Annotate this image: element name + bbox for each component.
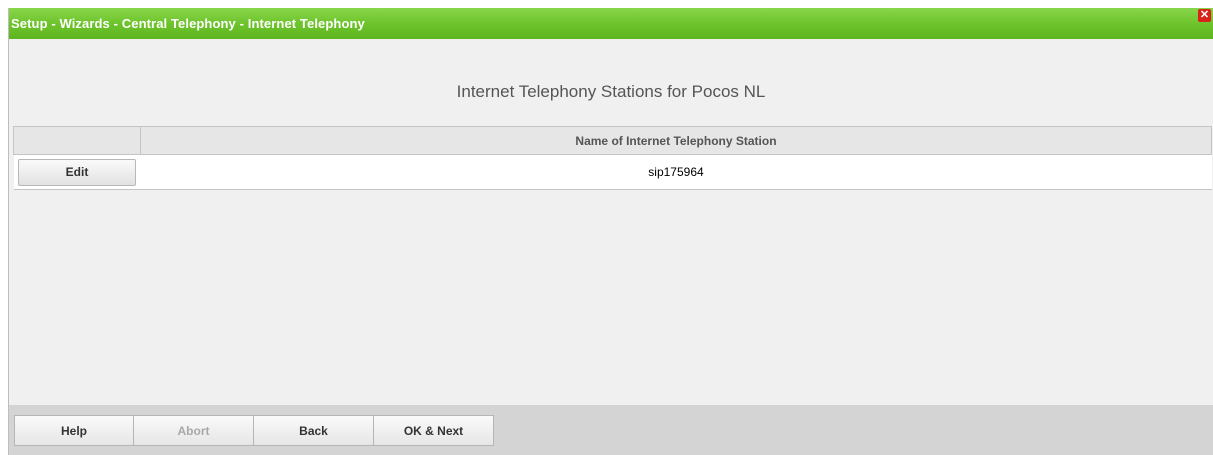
ok-next-button[interactable]: OK & Next [374,415,494,446]
page-title: Internet Telephony Stations for Pocos NL [456,82,766,101]
wizard-window: Setup - Wizards - Central Telephony - In… [8,8,1213,455]
close-icon[interactable]: ✕ [1198,9,1211,22]
edit-button[interactable]: Edit [18,158,136,186]
stations-table: Name of Internet Telephony Station Edit … [13,126,1212,190]
back-button[interactable]: Back [254,415,374,446]
row-action-cell: Edit [13,154,141,190]
window-title: Setup - Wizards - Central Telephony - In… [11,16,365,31]
abort-button[interactable]: Abort [134,415,254,446]
table-row: Edit sip175964 [13,154,1212,190]
footer-button-group: Help Abort Back OK & Next [14,415,494,446]
station-name-cell: sip175964 [140,154,1212,190]
title-bar: Setup - Wizards - Central Telephony - In… [9,8,1213,39]
column-header-station-name: Name of Internet Telephony Station [140,126,1212,155]
table-header-row: Name of Internet Telephony Station [13,126,1212,155]
help-button[interactable]: Help [14,415,134,446]
footer-bar: Help Abort Back OK & Next [9,405,1213,455]
column-header-action [13,126,141,155]
